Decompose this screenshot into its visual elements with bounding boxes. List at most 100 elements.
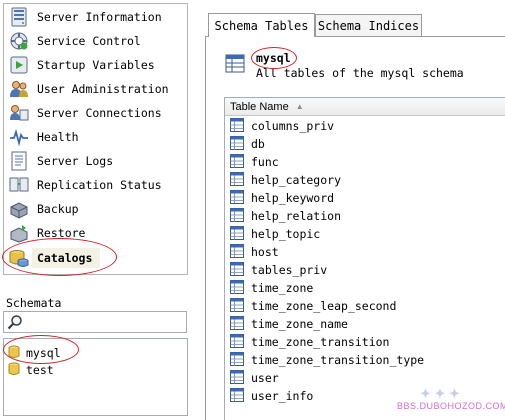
tab-schema-indices[interactable]: Schema Indices [315,14,422,37]
nav-item-label: Service Control [37,34,141,48]
table-name: help_relation [251,209,342,223]
nav-item-replication-status[interactable]: Replication Status [4,173,187,197]
startup-variables-icon [8,54,30,76]
table-list: Table Name ▲ columns_privdb func help_cate… [224,97,505,420]
table-name: func [251,155,279,169]
schemata-title: Schemata [6,296,62,310]
table-row[interactable]: user [225,369,505,387]
table-name: host [251,245,279,259]
table-name: help_category [251,173,342,187]
table-icon [230,315,244,333]
table-name: help_topic [251,227,321,241]
table-icon [230,297,244,315]
restore-icon [8,222,30,244]
nav-item-catalogs[interactable]: Catalogs [4,246,187,270]
nav-item-backup[interactable]: Backup [4,197,187,221]
table-name: user_info [251,389,314,403]
table-icon [230,387,244,405]
nav-item-health[interactable]: Health [4,125,187,149]
watermark-text: BBS.DUBOHOZOD.COM [397,401,505,411]
nav-item-label: Health [37,130,79,144]
schema-item-mysql[interactable]: mysql [8,345,61,361]
nav-item-startup-variables[interactable]: Startup Variables [4,53,187,77]
schemata-list: mysql test [3,338,188,416]
table-icon [230,189,244,207]
table-icon [230,135,244,153]
watermark-logo: ✦ ✦ ✦ [420,386,460,401]
backup-icon [8,198,30,220]
table-name: time_zone_name [251,317,348,331]
schema-name: mysql [256,51,291,65]
table-icon [230,207,244,225]
nav-item-restore[interactable]: Restore [4,221,187,245]
nav-item-server-information[interactable]: Server Information [4,5,187,29]
schema-label: test [26,363,54,377]
table-row[interactable]: columns_priv [225,117,505,135]
table-name: help_keyword [251,191,335,205]
table-name: columns_priv [251,119,335,133]
logs-icon [8,150,30,172]
table-row[interactable]: help_topic [225,225,505,243]
table-name: db [251,137,265,151]
schema-label: mysql [26,346,61,360]
table-icon [230,279,244,297]
schema-tables-icon [225,54,247,77]
app-window: Server Information Service Control Start… [0,0,505,420]
nav-item-label: User Administration [37,82,169,96]
tab-bar: Schema Tables Schema Indices [205,13,505,37]
table-row[interactable]: help_keyword [225,189,505,207]
nav-item-label: Replication Status [37,178,162,192]
catalogs-icon [8,247,30,269]
table-name: time_zone_transition [251,335,390,349]
table-row[interactable]: help_relation [225,207,505,225]
table-row[interactable]: time_zone_transition [225,333,505,351]
database-icon [8,345,20,362]
table-name: tables_priv [251,263,328,277]
database-icon [8,362,20,379]
schema-item-test[interactable]: test [8,362,54,378]
table-icon [230,117,244,135]
tab-schema-tables[interactable]: Schema Tables [208,13,315,37]
table-row[interactable]: time_zone_leap_second [225,297,505,315]
nav-item-label: Server Connections [37,106,162,120]
schema-description: All tables of the mysql schema [256,66,464,80]
sort-ascending-icon: ▲ [295,102,304,111]
table-icon [230,351,244,369]
nav-item-server-logs[interactable]: Server Logs [4,149,187,173]
nav-item-label: Backup [37,202,79,216]
admin-nav-panel: Server Information Service Control Start… [3,3,188,275]
nav-item-label: Server Information [37,10,162,24]
table-row[interactable]: time_zone [225,279,505,297]
column-header-label: Table Name [230,100,289,113]
nav-item-label: Restore [37,226,86,240]
table-row[interactable]: func [225,153,505,171]
table-icon [230,225,244,243]
table-name: user [251,371,279,385]
schemata-search-input[interactable] [3,311,187,333]
nav-item-service-control[interactable]: Service Control [4,29,187,53]
column-header-table-name[interactable]: Table Name ▲ [225,98,505,116]
nav-item-label: Catalogs [37,251,93,265]
nav-item-label: Startup Variables [37,58,155,72]
table-row[interactable]: time_zone_transition_type [225,351,505,369]
nav-item-server-connections[interactable]: Server Connections [4,101,187,125]
service-control-icon [8,30,30,52]
table-row[interactable]: db [225,135,505,153]
table-row[interactable]: help_category [225,171,505,189]
nav-item-label: Server Logs [37,154,114,168]
connections-icon [8,102,30,124]
nav-item-user-administration[interactable]: User Administration [4,77,187,101]
table-icon [230,261,244,279]
table-row[interactable]: time_zone_name [225,315,505,333]
table-icon [230,333,244,351]
table-row[interactable]: host [225,243,505,261]
table-name: time_zone_leap_second [251,299,397,313]
server-info-icon [8,6,30,28]
health-icon [8,126,30,148]
table-icon [230,369,244,387]
table-row[interactable]: tables_priv [225,261,505,279]
users-icon [8,78,30,100]
table-name: time_zone_transition_type [251,353,425,367]
table-icon [230,171,244,189]
search-icon[interactable] [7,314,23,333]
